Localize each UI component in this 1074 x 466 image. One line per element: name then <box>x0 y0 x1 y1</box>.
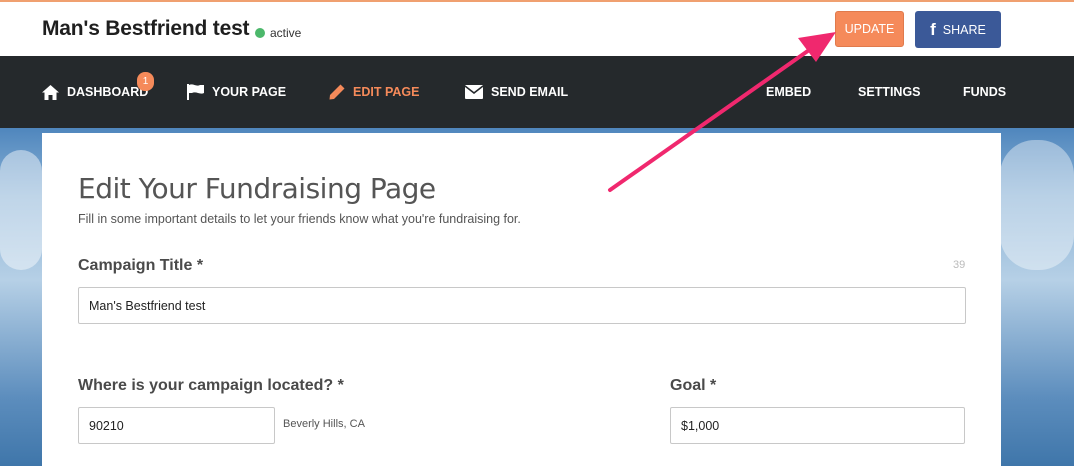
character-count: 39 <box>953 259 966 271</box>
nav-item-label: SEND EMAIL <box>491 85 569 99</box>
nav-item-label: EMBED <box>766 85 812 99</box>
page-subtitle: Fill in some important details to let yo… <box>78 212 521 226</box>
flag-icon <box>187 84 204 100</box>
status-indicator: active <box>255 26 301 40</box>
background-cloud <box>1000 140 1074 270</box>
location-hint: Beverly Hills, CA <box>283 418 365 430</box>
status-dot-icon <box>255 28 265 38</box>
goal-label: Goal * <box>670 377 717 394</box>
nav-item-your-page[interactable]: YOUR PAGE <box>187 56 286 128</box>
nav-item-edit-page[interactable]: EDIT PAGE <box>329 56 419 128</box>
nav-item-label: FUNDS <box>963 85 1007 99</box>
nav-item-embed[interactable]: EMBED <box>766 56 811 128</box>
nav-item-label: DASHBOARD <box>67 85 149 99</box>
facebook-icon: f <box>930 19 936 39</box>
pencil-icon <box>329 84 345 100</box>
page-title: Edit Your Fundraising Page <box>78 172 436 205</box>
campaign-name: Man's Bestfriend test <box>42 17 250 40</box>
envelope-icon <box>465 85 483 99</box>
nav-item-label: SETTINGS <box>858 85 921 99</box>
location-input[interactable]: 90210 <box>78 407 275 444</box>
main-nav: DASHBOARD 1 YOUR PAGE EDIT PAGE SEND EMA… <box>0 56 1074 128</box>
nav-item-funds[interactable]: FUNDS <box>963 56 1006 128</box>
notification-badge: 1 <box>137 72 154 91</box>
background-cloud <box>0 150 42 270</box>
nav-item-label: EDIT PAGE <box>353 85 420 99</box>
nav-item-dashboard[interactable]: DASHBOARD <box>42 56 148 128</box>
share-button-label: SHARE <box>942 22 986 37</box>
campaign-title-input[interactable]: Man's Bestfriend test <box>78 287 966 324</box>
nav-item-settings[interactable]: SETTINGS <box>858 56 921 128</box>
goal-input[interactable]: $1,000 <box>670 407 965 444</box>
nav-item-send-email[interactable]: SEND EMAIL <box>465 56 568 128</box>
status-text: active <box>270 26 302 40</box>
update-button[interactable]: UPDATE <box>835 11 904 47</box>
location-label: Where is your campaign located? * <box>78 377 344 394</box>
top-bar: Man's Bestfriend test active UPDATE f SH… <box>0 0 1074 56</box>
share-button[interactable]: f SHARE <box>915 11 1001 48</box>
nav-item-label: YOUR PAGE <box>212 85 287 99</box>
campaign-title-label: Campaign Title * <box>78 257 204 274</box>
home-icon <box>42 84 59 100</box>
